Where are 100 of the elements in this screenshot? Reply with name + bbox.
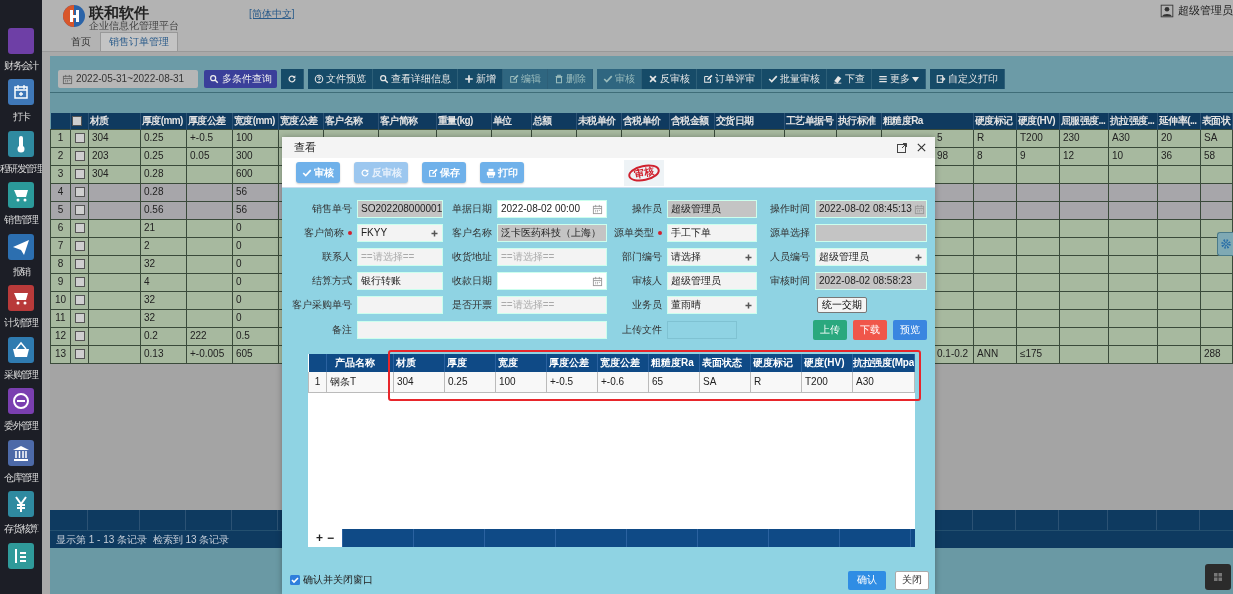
column-header[interactable]: 总额 xyxy=(531,113,577,129)
row-checkbox[interactable] xyxy=(74,277,85,288)
input-field[interactable] xyxy=(497,272,607,290)
calendar-icon xyxy=(62,73,73,85)
row-checkbox[interactable] xyxy=(74,349,85,360)
user-name: 超级管理员 xyxy=(1178,4,1233,18)
input-field[interactable]: SO202208000001 xyxy=(357,200,443,218)
input-field[interactable]: 泛卡医药科技（上海） xyxy=(497,224,607,242)
sidebar-item[interactable]: 采购管理 xyxy=(4,336,38,389)
column-header[interactable]: 宽度公差 xyxy=(597,354,649,372)
column-header[interactable]: 宽度公差 xyxy=(278,113,324,129)
input-field[interactable]: 超级管理员 xyxy=(667,200,757,218)
add-row-button[interactable]: + xyxy=(316,530,323,546)
column-header[interactable]: 客户简称 xyxy=(378,113,437,129)
column-header[interactable]: 表面状 xyxy=(1200,113,1233,129)
language-link[interactable]: [简体中文] xyxy=(249,8,295,20)
row-checkbox[interactable] xyxy=(74,133,85,144)
table-cell: R xyxy=(750,372,802,392)
input-field[interactable]: 2022-08-02 08:45:13 xyxy=(815,200,927,218)
input-field[interactable] xyxy=(357,296,443,314)
column-header[interactable]: 含税金额 xyxy=(669,113,715,129)
table-cell: R xyxy=(977,132,985,143)
input-field[interactable]: 2022-08-02 00:00 xyxy=(497,200,607,218)
column-header[interactable]: 厚度 xyxy=(444,354,496,372)
refresh-button[interactable] xyxy=(281,69,304,89)
sidebar-item[interactable]: 打卡 xyxy=(8,79,34,131)
input-field[interactable] xyxy=(357,321,607,339)
column-header[interactable]: 产品名称 xyxy=(326,354,394,372)
close-button[interactable]: 关闭 xyxy=(895,570,929,590)
column-header[interactable]: 硬度(HV) xyxy=(801,354,853,372)
row-checkbox[interactable] xyxy=(74,259,85,270)
maximize-button[interactable] xyxy=(896,141,908,154)
sidebar-item[interactable]: 委外管理 xyxy=(4,388,38,440)
column-header[interactable]: 抗拉强度(Mpa xyxy=(852,354,915,372)
toolbar-button[interactable]: 文件预览 xyxy=(308,69,373,89)
input-field[interactable]: 手工下单 xyxy=(667,224,757,242)
column-header[interactable]: 抗拉强度... xyxy=(1108,113,1158,129)
sidebar-item[interactable]: 程研发管理 xyxy=(0,130,42,183)
column-header[interactable]: 厚度公差 xyxy=(546,354,598,372)
column-header[interactable]: 硬度(HV) xyxy=(1016,113,1060,129)
close-button[interactable] xyxy=(916,142,927,153)
input-field[interactable]: 银行转账 xyxy=(357,272,443,290)
input-field[interactable]: 超级管理员 xyxy=(667,272,757,290)
trash-icon xyxy=(554,74,564,84)
column-header[interactable]: 粗糙度Ra xyxy=(648,354,700,372)
input-field[interactable] xyxy=(815,224,927,242)
row-checkbox[interactable] xyxy=(74,205,85,216)
column-header[interactable]: 重量(kg) xyxy=(436,113,492,129)
search-button[interactable]: 多条件查询 xyxy=(204,70,277,88)
sidebar-item[interactable]: 仓库管理 xyxy=(4,439,38,492)
select-all-checkbox[interactable] xyxy=(72,116,82,127)
row-checkbox[interactable] xyxy=(74,241,85,252)
row-checkbox[interactable] xyxy=(74,313,85,324)
sidebar-item[interactable]: 销售管理 xyxy=(4,182,38,234)
toolbar-button[interactable]: 自定义打印 xyxy=(930,69,1005,89)
sidebar-item[interactable]: 计划管理 xyxy=(4,285,38,337)
column-header[interactable]: 材质 xyxy=(88,113,141,129)
table-cell: +-0.005 xyxy=(190,348,225,359)
column-header[interactable]: 含税单价 xyxy=(621,113,670,129)
row-checkbox[interactable] xyxy=(74,151,85,162)
chart-icon[interactable] xyxy=(8,542,34,569)
column-header[interactable]: 材质 xyxy=(393,354,445,372)
confirm-close-checkbox[interactable] xyxy=(290,575,300,585)
remove-row-button[interactable]: − xyxy=(327,530,334,546)
column-header[interactable]: 交货日期 xyxy=(714,113,785,129)
column-header[interactable]: 厚度(mm) xyxy=(140,113,187,129)
input-field[interactable]: FKYY xyxy=(357,224,443,242)
table-cell: 65 xyxy=(648,372,700,392)
input-field[interactable]: 超级管理员 xyxy=(815,248,927,266)
sidebar-item[interactable]: 报销 xyxy=(8,233,34,286)
upload-button[interactable]: 预览 xyxy=(893,320,927,340)
row-checkbox[interactable] xyxy=(74,169,85,180)
row-checkbox[interactable] xyxy=(74,187,85,198)
tab[interactable]: 销售订单管理 xyxy=(100,32,178,51)
sidebar-item[interactable]: 存货核算 xyxy=(4,491,38,543)
set-delivery-button[interactable]: 统一交期 xyxy=(817,297,867,313)
column-header[interactable]: 未税单价 xyxy=(576,113,622,129)
column-header[interactable]: 表面状态 xyxy=(699,354,751,372)
sidebar-item[interactable]: 财务会计 xyxy=(4,28,38,80)
column-header[interactable]: 工艺单据号 xyxy=(784,113,837,129)
column-header[interactable]: 宽度 xyxy=(495,354,547,372)
column-header[interactable]: 粗糙度Ra xyxy=(881,113,974,129)
row-checkbox[interactable] xyxy=(74,295,85,306)
column-header[interactable]: 厚度公差 xyxy=(186,113,233,129)
input-field[interactable]: 董雨晴 xyxy=(667,296,757,314)
date-range-field[interactable]: 2022-05-31~2022-08-31 xyxy=(58,70,198,88)
column-header[interactable]: 硬度标记 xyxy=(750,354,802,372)
input-field[interactable]: 2022-08-02 08:58:23 xyxy=(815,272,927,290)
row-checkbox[interactable] xyxy=(74,223,85,234)
column-header[interactable]: 执行标准 xyxy=(836,113,882,129)
column-header[interactable]: 单位 xyxy=(491,113,532,129)
input-field[interactable]: 请选择 xyxy=(667,248,757,266)
app-button[interactable] xyxy=(1205,564,1231,590)
column-header[interactable]: 硬度标记 xyxy=(973,113,1017,129)
column-header[interactable]: 屈服强度... xyxy=(1059,113,1109,129)
column-header[interactable]: 客户名称 xyxy=(323,113,379,129)
column-header[interactable]: 延伸率(... xyxy=(1157,113,1201,129)
row-checkbox[interactable] xyxy=(74,331,85,342)
tab[interactable]: 首页 xyxy=(62,32,100,51)
column-header[interactable]: 宽度(mm) xyxy=(232,113,279,129)
